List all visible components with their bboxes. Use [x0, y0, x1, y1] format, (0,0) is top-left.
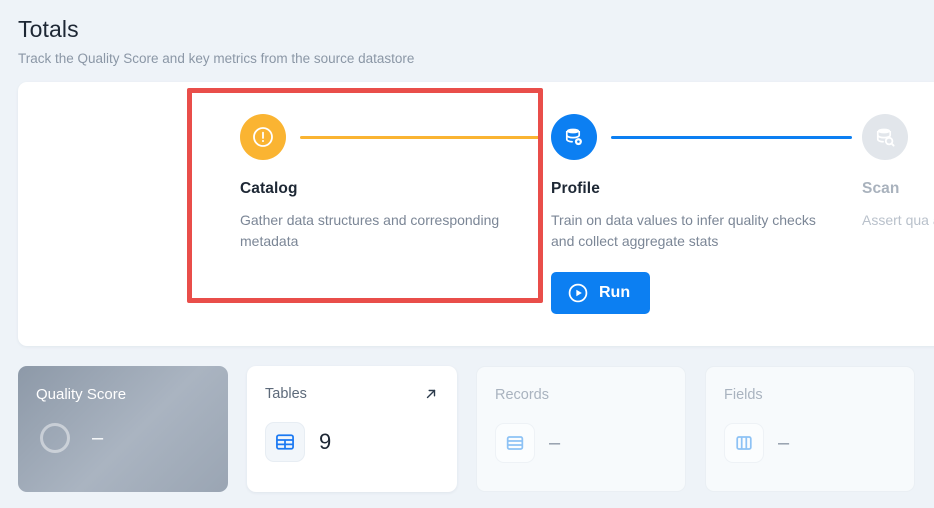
step-catalog[interactable]: Catalog Gather data structures and corre…	[240, 114, 551, 252]
step-scan-description: Assert qua anomalies	[862, 212, 934, 228]
connector-catalog-profile	[300, 135, 541, 139]
metric-value-records: –	[549, 431, 561, 454]
ring-gauge-icon	[40, 423, 70, 453]
metric-label-fields: Fields	[724, 387, 763, 403]
columns-icon	[724, 423, 764, 463]
play-circle-icon	[567, 282, 589, 304]
tables-body: 9	[265, 422, 439, 462]
metrics-row: Quality Score – Tables 9 Records – Field…	[18, 366, 915, 492]
connector-profile-scan	[611, 135, 852, 139]
metric-value-fields: –	[778, 431, 790, 454]
metric-card-fields[interactable]: Fields –	[705, 366, 915, 492]
arrow-up-right-icon[interactable]	[423, 386, 439, 402]
metric-card-records[interactable]: Records –	[476, 366, 686, 492]
step-profile-name: Profile	[551, 180, 600, 197]
step-catalog-head	[240, 114, 541, 160]
database-profile-icon	[551, 114, 597, 160]
metric-label-tables: Tables	[265, 386, 307, 402]
run-profile-button[interactable]: Run	[551, 272, 651, 314]
page-header: Totals Track the Quality Score and key m…	[0, 0, 934, 68]
metric-card-tables[interactable]: Tables 9	[247, 366, 457, 492]
step-scan: Scan Assert qua anomalies	[862, 114, 934, 231]
page-title: Totals	[18, 16, 79, 42]
records-body: –	[495, 423, 667, 463]
table-grid-icon	[265, 422, 305, 462]
run-profile-label: Run	[599, 284, 631, 301]
step-scan-head	[862, 114, 934, 160]
metric-card-quality-score[interactable]: Quality Score –	[18, 366, 228, 492]
quality-score-body: –	[36, 423, 210, 453]
step-profile[interactable]: Profile Train on data values to infer qu…	[551, 114, 862, 314]
metric-label-quality-score: Quality Score	[36, 386, 127, 403]
step-scan-name: Scan	[862, 180, 900, 197]
steps-row: Catalog Gather data structures and corre…	[240, 82, 934, 314]
exclamation-circle-icon	[240, 114, 286, 160]
page-subtitle: Track the Quality Score and key metrics …	[18, 51, 415, 66]
metric-label-records: Records	[495, 387, 549, 403]
step-catalog-description: Gather data structures and corresponding…	[240, 212, 500, 249]
operations-panel: Catalog Gather data structures and corre…	[18, 82, 934, 346]
metric-value-tables: 9	[319, 429, 332, 454]
rows-icon	[495, 423, 535, 463]
step-profile-head	[551, 114, 852, 160]
metric-value-quality-score: –	[92, 426, 104, 449]
step-catalog-name: Catalog	[240, 180, 298, 197]
database-scan-icon	[862, 114, 908, 160]
step-profile-description: Train on data values to infer quality ch…	[551, 212, 816, 249]
totals-page: Totals Track the Quality Score and key m…	[0, 0, 934, 508]
fields-body: –	[724, 423, 896, 463]
